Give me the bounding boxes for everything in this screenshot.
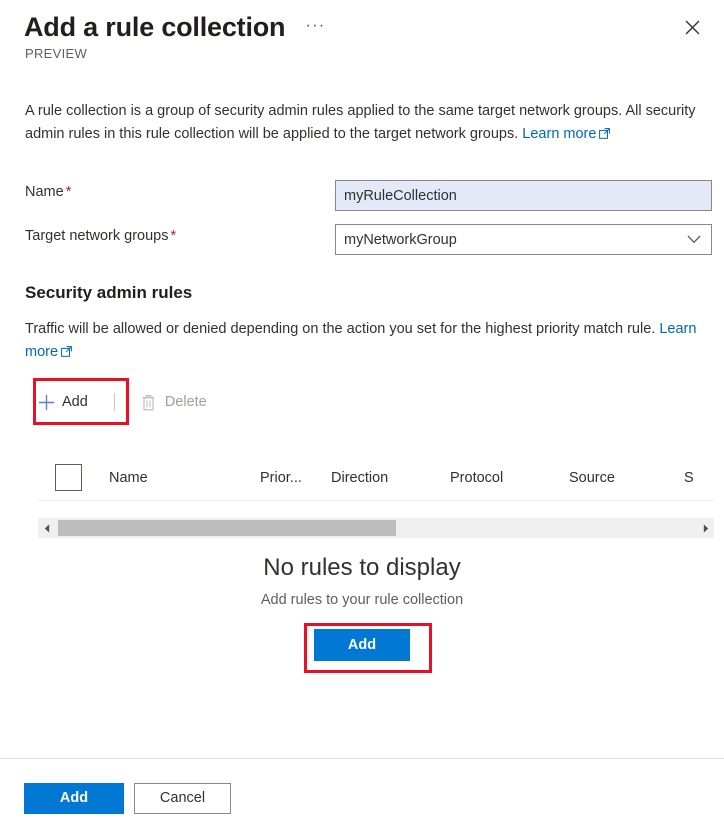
delete-rule-command-label: Delete xyxy=(164,394,207,410)
delete-rule-command-button[interactable]: Delete xyxy=(128,382,219,422)
cancel-button[interactable]: Cancel xyxy=(134,783,231,814)
blade-description: A rule collection is a group of security… xyxy=(25,100,713,147)
scrollbar-track[interactable] xyxy=(55,518,697,538)
blade-header: Add a rule collection ··· PREVIEW xyxy=(0,0,724,72)
empty-state-title: No rules to display xyxy=(263,554,461,581)
column-header-name[interactable]: Name xyxy=(109,470,148,486)
scrollbar-thumb[interactable] xyxy=(58,520,396,536)
learn-more-link-top[interactable]: Learn more xyxy=(522,126,596,142)
select-all-checkbox[interactable] xyxy=(55,464,82,491)
column-header-source-port[interactable]: S xyxy=(684,470,694,486)
close-icon[interactable] xyxy=(677,12,707,42)
target-network-groups-required-marker: * xyxy=(170,228,177,244)
target-network-groups-field-control: myNetworkGroup xyxy=(335,224,712,255)
footer-divider xyxy=(0,758,724,759)
learn-more-label-top: Learn more xyxy=(522,126,597,142)
rules-table-header: Name Prior... Direction Protocol Source … xyxy=(38,455,714,501)
target-network-groups-label-text: Target network groups xyxy=(25,228,169,244)
trash-icon xyxy=(140,393,158,411)
blade-footer: Add Cancel xyxy=(24,783,231,814)
target-network-groups-select[interactable]: myNetworkGroup xyxy=(335,224,712,255)
section-description-text: Traffic will be allowed or denied depend… xyxy=(25,321,660,337)
section-title-security-admin-rules: Security admin rules xyxy=(25,283,193,302)
caret-right-icon[interactable] xyxy=(697,518,714,538)
empty-state-add-button[interactable]: Add xyxy=(314,629,410,661)
target-network-groups-label: Target network groups * xyxy=(25,228,176,244)
command-separator xyxy=(113,393,115,411)
caret-left-icon[interactable] xyxy=(38,518,55,538)
name-required-marker: * xyxy=(65,184,72,200)
more-options-icon[interactable]: ··· xyxy=(301,16,329,33)
external-link-icon-top xyxy=(599,124,611,147)
target-network-groups-value: myNetworkGroup xyxy=(344,231,457,248)
empty-state: No rules to display Add rules to your ru… xyxy=(0,552,724,661)
column-header-source[interactable]: Source xyxy=(569,470,615,486)
add-rule-command-label: Add xyxy=(62,394,88,410)
name-field-control xyxy=(335,180,712,211)
name-label: Name * xyxy=(25,184,71,200)
form-row-name: Name * xyxy=(25,180,712,211)
title-row: Add a rule collection ··· xyxy=(24,10,329,44)
empty-state-action-wrap: Add xyxy=(0,629,724,661)
name-input[interactable] xyxy=(335,180,712,211)
column-header-direction[interactable]: Direction xyxy=(331,470,388,486)
preview-badge: PREVIEW xyxy=(25,46,88,61)
section-description: Traffic will be allowed or denied depend… xyxy=(25,318,713,365)
empty-state-subtitle: Add rules to your rule collection xyxy=(260,592,464,608)
add-rule-collection-blade: Add a rule collection ··· PREVIEW A rule… xyxy=(0,0,724,829)
rules-command-bar: Add Delete xyxy=(25,380,219,424)
add-rule-command-button[interactable]: Add xyxy=(25,382,100,422)
submit-add-button[interactable]: Add xyxy=(24,783,124,814)
table-horizontal-scrollbar[interactable] xyxy=(38,518,714,538)
external-link-icon-section xyxy=(61,342,72,365)
page-title: Add a rule collection xyxy=(24,12,286,42)
column-header-priority[interactable]: Prior... xyxy=(260,470,302,486)
name-label-text: Name xyxy=(25,184,64,200)
plus-icon xyxy=(37,393,55,411)
chevron-down-icon xyxy=(687,235,701,244)
form-row-target-network-groups: Target network groups * myNetworkGroup xyxy=(25,224,712,255)
column-header-protocol[interactable]: Protocol xyxy=(450,470,503,486)
